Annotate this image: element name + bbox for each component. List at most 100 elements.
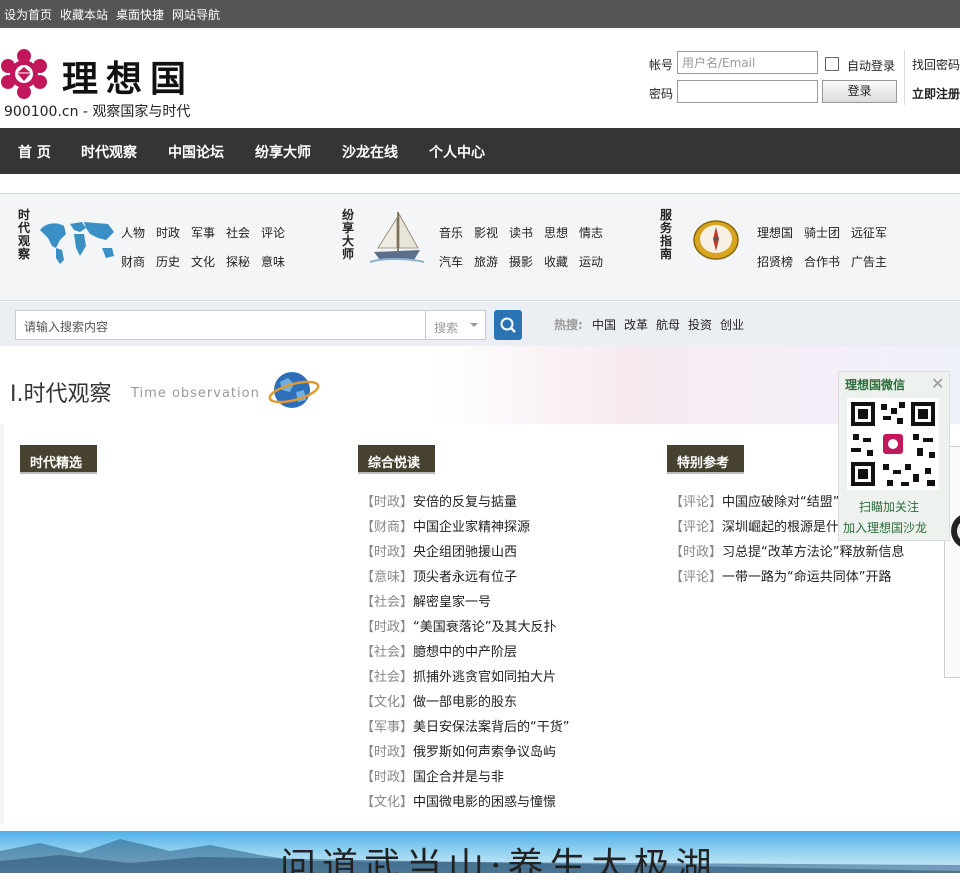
category-item[interactable]: 汽车 [439,253,463,270]
article-tag: 【文化】 [361,795,414,810]
nav-home[interactable]: 首 页 [18,142,51,162]
article-title[interactable]: 解密皇家一号 [413,595,491,610]
article-title[interactable]: 一带一路为“命运共同体”开路 [722,570,891,585]
tab-comprehensive-reading[interactable]: 综合悦读 [358,445,435,474]
hot-keyword[interactable]: 创业 [720,316,744,333]
article-item[interactable]: 【文化】做一部电影的股东 [361,691,517,710]
add-favorite-link[interactable]: 收藏本站 [60,6,108,23]
hot-keyword[interactable]: 中国 [592,316,616,333]
article-item[interactable]: 【时政】国企合并是与非 [361,766,504,785]
category-item[interactable]: 理想国 [757,224,793,241]
nav-share-masters[interactable]: 纷享大师 [255,142,311,162]
category-item[interactable]: 历史 [156,253,180,270]
auto-login-checkbox[interactable] [825,57,839,71]
promo-banner[interactable]: 问道武当山·养生太极湖 [0,831,960,873]
category-item[interactable]: 广告主 [851,253,887,270]
article-item[interactable]: 【评论】一带一路为“命运共同体”开路 [670,566,892,585]
article-title[interactable]: 安倍的反复与掂量 [413,495,517,510]
set-home-link[interactable]: 设为首页 [4,6,52,23]
article-title[interactable]: 做一部电影的股东 [413,695,517,710]
article-title[interactable]: 深圳崛起的根源是什么 [722,520,852,535]
desktop-shortcut-link[interactable]: 桌面快捷 [116,6,164,23]
article-title[interactable]: 习总提“改革方法论”释放新信息 [722,545,904,560]
article-tag: 【评论】 [670,520,723,535]
article-item[interactable]: 【评论】深圳崛起的根源是什么 [670,516,852,535]
category-item[interactable]: 评论 [261,224,285,241]
hot-keyword[interactable]: 改革 [624,316,648,333]
article-item[interactable]: 【时政】“美国衰落论”及其大反扑 [361,616,557,635]
category-item[interactable]: 文化 [191,253,215,270]
category-item[interactable]: 人物 [121,224,145,241]
brand-name[interactable]: 理想国 [62,50,194,102]
article-title[interactable]: 抓捕外逃贪官如同拍大片 [413,670,556,685]
article-item[interactable]: 【文化】中国微电影的困惑与憧憬 [361,791,556,810]
article-item[interactable]: 【社会】解密皇家一号 [361,591,491,610]
search-input[interactable]: 请输入搜索内容 [15,310,426,340]
search-button[interactable] [494,310,522,340]
login-button[interactable]: 登录 [822,80,897,103]
article-item[interactable]: 【财商】中国企业家精神探源 [361,516,530,535]
article-item[interactable]: 【社会】抓捕外逃贪官如同拍大片 [361,666,556,685]
category-item[interactable]: 合作书 [804,253,840,270]
nav-china-forum[interactable]: 中国论坛 [168,142,224,162]
article-title[interactable]: 国企合并是与非 [413,770,504,785]
category-item[interactable]: 探秘 [226,253,250,270]
site-header: 理想国 900100.cn - 观察国家与时代 帐号 用户名/Email 自动登… [0,28,960,128]
search-icon [500,317,516,333]
article-title[interactable]: 顶尖者永远有位子 [413,570,517,585]
wechat-follow-text: 扫瞄加关注 [859,500,920,514]
sitemap-link[interactable]: 网站导航 [172,6,220,23]
article-title[interactable]: 中国企业家精神探源 [413,520,530,535]
close-icon[interactable]: ✕ [931,374,944,393]
article-title[interactable]: “美国衰落论”及其大反扑 [413,620,556,635]
world-map-icon [40,222,114,264]
category-item[interactable]: 运动 [579,253,603,270]
category-item[interactable]: 社会 [226,224,250,241]
article-title[interactable]: 美日安保法案背后的“干货” [413,720,569,735]
article-tag: 【时政】 [670,545,723,560]
category-item[interactable]: 军事 [191,224,215,241]
article-title[interactable]: 俄罗斯如何声索争议岛屿 [413,745,556,760]
category-item[interactable]: 思想 [544,224,568,241]
wechat-floating-box: 理想国微信 ✕ 扫瞄加关注 加入理想国沙龙 [838,371,950,541]
article-title[interactable]: 臆想中的中产阶层 [413,645,517,660]
tab-time-selection[interactable]: 时代精选 [20,445,97,474]
category-item[interactable]: 摄影 [509,253,533,270]
nav-time-observation[interactable]: 时代观察 [81,142,137,162]
hot-keyword[interactable]: 投资 [688,316,712,333]
password-label: 密码 [649,87,674,101]
article-title[interactable]: 中国微电影的困惑与憧憬 [413,795,556,810]
article-item[interactable]: 【时政】央企组团驰援山西 [361,541,517,560]
article-item[interactable]: 【社会】臆想中的中产阶层 [361,641,517,660]
category-item[interactable]: 情志 [579,224,603,241]
find-password-link[interactable]: 找回密码 [912,56,960,73]
password-input[interactable] [677,80,818,103]
nav-salon-online[interactable]: 沙龙在线 [342,142,398,162]
article-item[interactable]: 【时政】俄罗斯如何声索争议岛屿 [361,741,556,760]
category-item[interactable]: 财商 [121,253,145,270]
category-item[interactable]: 意味 [261,253,285,270]
category-item[interactable]: 音乐 [439,224,463,241]
logo-flower-icon[interactable] [0,48,48,100]
category-item[interactable]: 影视 [474,224,498,241]
wechat-join-text: 加入理想国沙龙 [843,521,928,535]
register-link[interactable]: 立即注册 [912,85,960,102]
tab-special-reference[interactable]: 特别参考 [667,445,744,474]
search-type-select[interactable]: 搜索 [426,310,486,340]
article-title[interactable]: 央企组团驰援山西 [413,545,517,560]
category-item[interactable]: 招贤榜 [757,253,793,270]
article-item[interactable]: 【时政】习总提“改革方法论”释放新信息 [670,541,905,560]
category-item[interactable]: 远征军 [851,224,887,241]
account-input[interactable]: 用户名/Email [677,51,818,74]
article-item[interactable]: 【军事】美日安保法案背后的“干货” [361,716,570,735]
article-item[interactable]: 【时政】安倍的反复与掂量 [361,491,517,510]
category-item[interactable]: 骑士团 [804,224,840,241]
nav-personal-center[interactable]: 个人中心 [429,142,485,162]
category-item[interactable]: 时政 [156,224,180,241]
article-item[interactable]: 【意味】顶尖者永远有位子 [361,566,517,585]
category-item[interactable]: 旅游 [474,253,498,270]
category-item[interactable]: 读书 [509,224,533,241]
hot-keyword[interactable]: 航母 [656,316,680,333]
category-item[interactable]: 收藏 [544,253,568,270]
article-tag: 【时政】 [361,545,414,560]
